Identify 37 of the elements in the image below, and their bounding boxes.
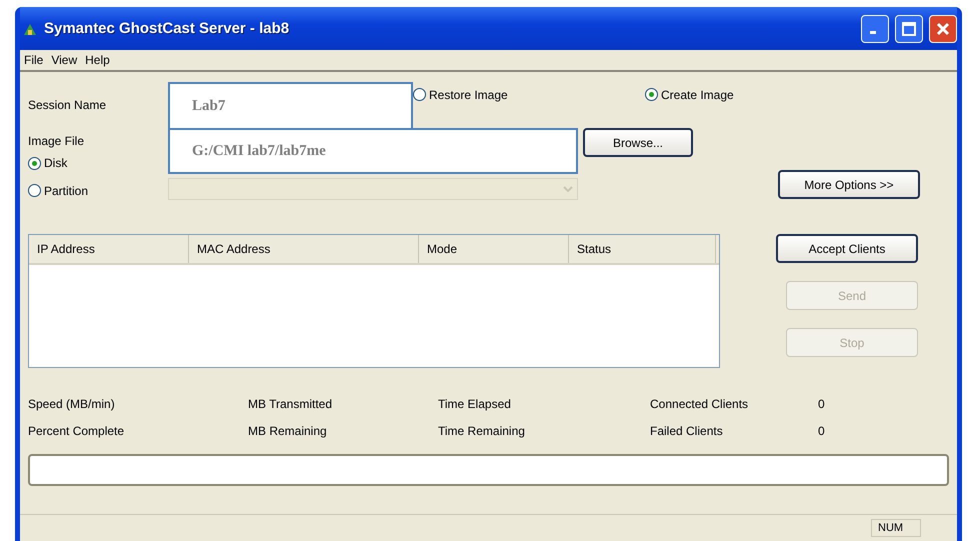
window-title: Symantec GhostCast Server - lab8	[44, 20, 290, 37]
stat-label: Failed Clients	[650, 424, 724, 438]
stat-value: 0	[818, 424, 825, 438]
image-file-field[interactable]: G:/CMI lab7/lab7me	[168, 128, 578, 174]
close-icon[interactable]	[929, 14, 957, 42]
minimize-icon[interactable]	[861, 14, 889, 42]
field-label: Image File	[28, 134, 86, 148]
browse-button[interactable]: Browse...	[583, 128, 693, 157]
radio-indicator-icon[interactable]	[28, 184, 41, 197]
column-header[interactable]: Mode	[419, 235, 569, 263]
stat-label: Time Remaining	[438, 424, 526, 438]
radio-button[interactable]: Disk	[28, 156, 168, 170]
menu-item[interactable]: View	[51, 53, 78, 67]
more-options-button[interactable]: More Options >>	[778, 170, 920, 199]
radio-indicator-icon[interactable]	[413, 88, 426, 101]
session-name-field[interactable]: Lab7	[168, 82, 413, 128]
stat-value: 0	[818, 396, 825, 410]
radio-button[interactable]: Restore Image	[413, 88, 508, 102]
stat-label: Speed (MB/min)	[28, 396, 116, 410]
column-header[interactable]: MAC Address	[189, 235, 419, 263]
action-button[interactable]: Accept Clients	[776, 234, 918, 263]
column-header[interactable]: Status	[569, 235, 716, 263]
menu-item[interactable]: Help	[85, 53, 110, 67]
menu-item[interactable]: File	[24, 53, 44, 67]
num-lock-indicator: NUM	[871, 519, 921, 537]
radio-indicator-icon[interactable]	[645, 88, 658, 101]
column-header[interactable]: IP Address	[29, 235, 189, 263]
maximize-icon[interactable]	[895, 14, 923, 42]
field-label: Session Name	[28, 98, 108, 112]
stat-label: Connected Clients	[650, 396, 750, 410]
stat-label: MB Remaining	[248, 424, 328, 438]
radio-indicator-icon[interactable]	[28, 156, 41, 170]
radio-button[interactable]: Create Image	[645, 88, 734, 102]
radio-button[interactable]: Partition	[28, 184, 88, 198]
stat-label: MB Transmitted	[248, 396, 334, 410]
stat-label: Percent Complete	[28, 424, 126, 438]
stat-label: Time Elapsed	[438, 396, 512, 410]
